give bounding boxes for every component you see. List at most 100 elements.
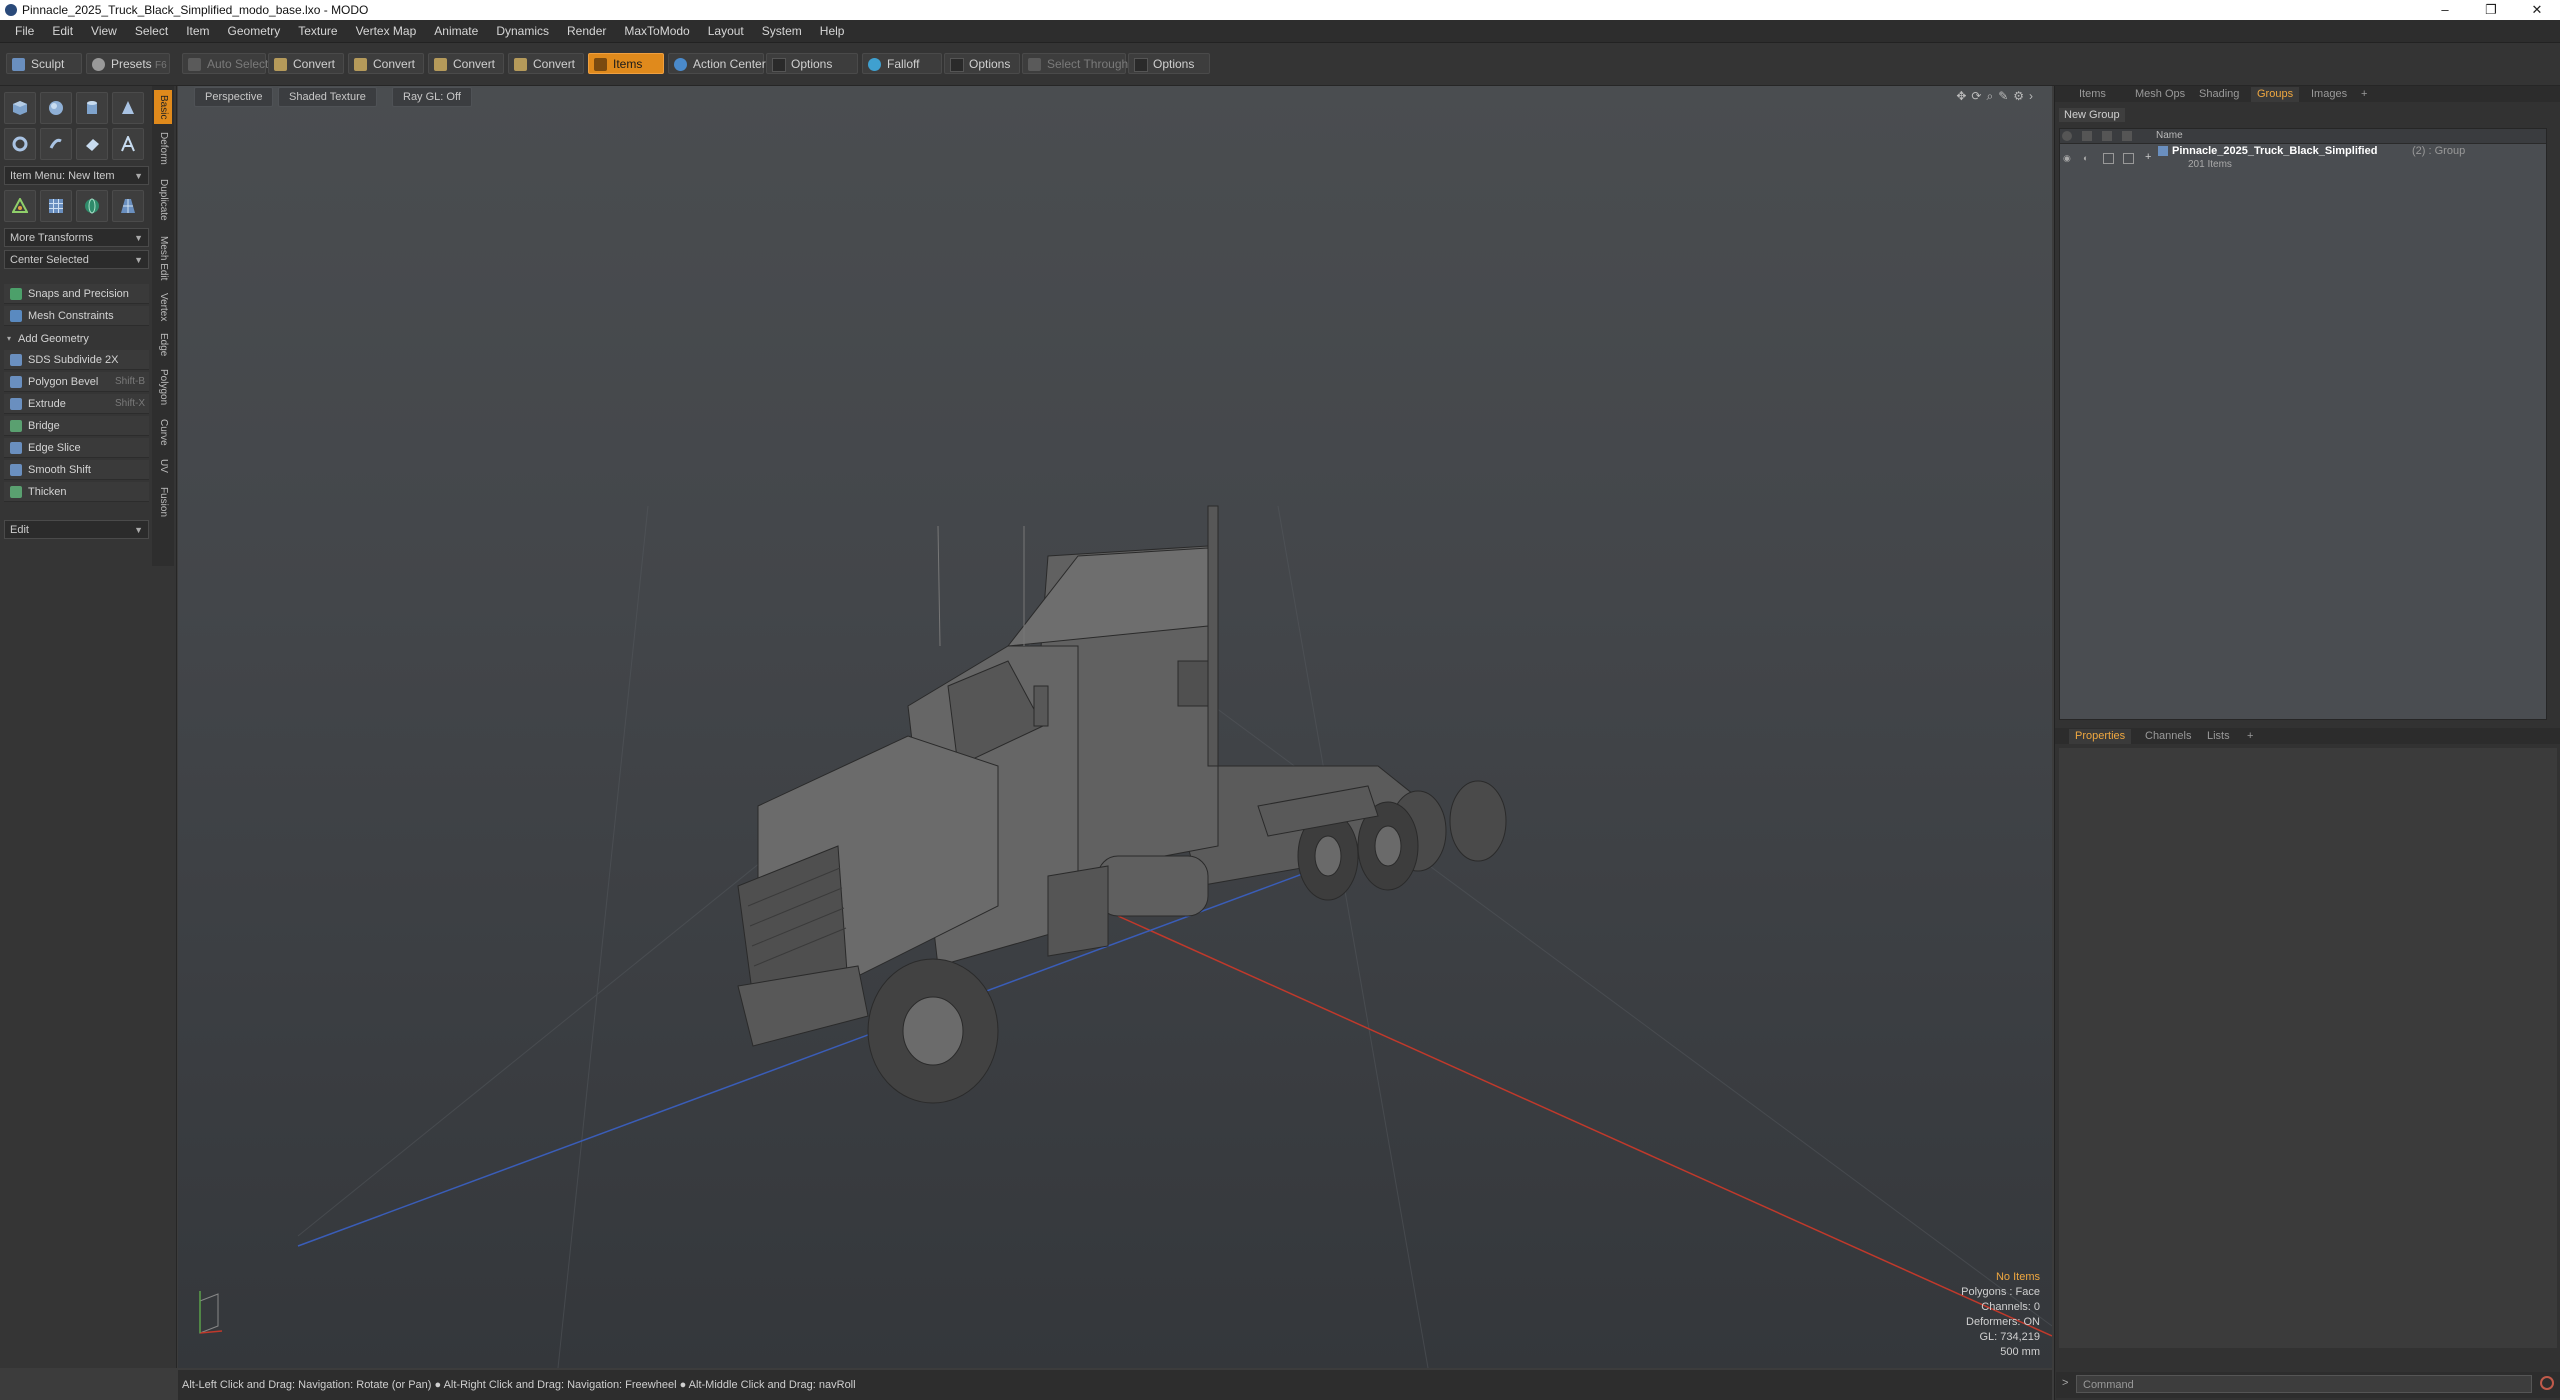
tab-edge[interactable]: Edge [154,330,172,360]
select-through-options-button[interactable]: Options [1128,53,1210,74]
minimize-button[interactable]: – [2422,0,2468,20]
globe-icon [85,198,99,214]
tab-lists[interactable]: Lists [2201,729,2236,744]
cone-primitive-button[interactable] [112,92,144,124]
add-geometry-section[interactable]: ▾ Add Geometry [4,330,149,348]
auto-select-button[interactable]: Auto Select [182,53,268,74]
item-menu-dropdown[interactable]: Item Menu: New Item ▼ [4,166,149,185]
add-tab-icon[interactable]: + [2241,729,2259,744]
snaps-precision-button[interactable]: Snaps and Precision [4,284,149,304]
select-through-button[interactable]: Select Through [1022,53,1128,74]
edit-dropdown[interactable]: Edit ▼ [4,520,149,539]
menu-edit[interactable]: Edit [43,24,82,38]
action-center-button[interactable]: Action Center [668,53,766,74]
perspective-grid-button[interactable] [112,190,144,222]
options-checkbox[interactable] [772,58,786,72]
thicken-tool[interactable]: Thicken [4,482,149,502]
groups-list[interactable]: Name ◉ ◐ + Pinnacle_2025_Truck_Black_Sim… [2059,128,2547,720]
render-checkbox[interactable] [2103,153,2114,164]
tab-deform[interactable]: Deform [154,128,172,168]
convert-edges-button[interactable]: Convert [348,53,424,74]
tab-mesh-edit[interactable]: Mesh Edit [154,232,172,284]
tab-duplicate[interactable]: Duplicate [154,172,172,228]
edge-slice-icon [10,442,22,454]
expand-plus-icon[interactable]: + [2145,151,2151,163]
menu-render[interactable]: Render [558,24,615,38]
sculpt-button[interactable]: Sculpt [6,53,82,74]
tab-items[interactable]: Items [2073,87,2112,102]
tab-uv[interactable]: UV [154,454,172,478]
menu-animate[interactable]: Animate [425,24,487,38]
list-item[interactable]: ◉ ◐ + Pinnacle_2025_Truck_Black_Simplifi… [2060,145,2546,175]
tab-images[interactable]: Images [2305,87,2353,102]
sds-subdivide-tool[interactable]: SDS Subdivide 2X [4,350,149,370]
tab-fusion[interactable]: Fusion [154,482,172,522]
window-title: Pinnacle_2025_Truck_Black_Simplified_mod… [22,3,369,17]
menu-vertex-map[interactable]: Vertex Map [347,24,426,38]
menu-help[interactable]: Help [811,24,854,38]
cube-primitive-button[interactable] [4,92,36,124]
action-center-options-button[interactable]: Options [766,53,858,74]
torus-primitive-button[interactable] [4,128,36,160]
3d-viewport[interactable]: Perspective Shaded Texture Ray GL: Off ✥… [178,86,2052,1368]
menu-dynamics[interactable]: Dynamics [487,24,558,38]
tab-shading[interactable]: Shading [2193,87,2245,102]
text-primitive-button[interactable] [112,128,144,160]
options-checkbox[interactable] [1134,58,1148,72]
center-selected-dropdown[interactable]: Center Selected ▼ [4,250,149,269]
tab-properties[interactable]: Properties [2069,729,2132,744]
tab-curve[interactable]: Curve [154,414,172,450]
menu-view[interactable]: View [82,24,126,38]
restore-button[interactable]: ❐ [2468,0,2514,20]
command-input[interactable]: Command [2076,1375,2532,1393]
falloff-options-button[interactable]: Options [944,53,1020,74]
close-button[interactable]: ✕ [2514,0,2560,20]
grid-button[interactable] [40,190,72,222]
smooth-shift-tool[interactable]: Smooth Shift [4,460,149,480]
menu-system[interactable]: System [753,24,811,38]
grid-icon [49,199,63,213]
capsule-primitive-button[interactable] [40,128,72,160]
plane-primitive-button[interactable] [76,128,108,160]
menu-item[interactable]: Item [177,24,218,38]
presets-button[interactable]: Presets F6 [86,53,170,74]
menu-texture[interactable]: Texture [289,24,346,38]
tab-vertex[interactable]: Vertex [154,288,172,326]
more-transforms-dropdown[interactable]: More Transforms ▼ [4,228,149,247]
tab-basic[interactable]: Basic [154,90,172,124]
bridge-tool[interactable]: Bridge [4,416,149,436]
convert-polygons-button[interactable]: Convert [428,53,504,74]
collapse-arrow-icon: ▾ [7,334,12,343]
items-mode-button[interactable]: Items [588,53,664,74]
locator-button[interactable] [4,190,36,222]
tab-channels[interactable]: Channels [2139,729,2197,744]
globe-button[interactable] [76,190,108,222]
command-history-icon[interactable] [2540,1376,2554,1390]
new-group-button[interactable]: New Group [2059,108,2125,122]
lock-icon[interactable]: ◐ [2083,153,2088,163]
tab-groups[interactable]: Groups [2251,87,2300,102]
extrude-tool[interactable]: Extrude Shift-X [4,394,149,414]
convert-materials-button[interactable]: Convert [508,53,584,74]
truck-model[interactable] [737,505,1507,1104]
sphere-primitive-button[interactable] [40,92,72,124]
add-tab-icon[interactable]: + [2355,87,2373,102]
convert-vertices-button[interactable]: Convert [268,53,344,74]
tab-polygon[interactable]: Polygon [154,364,172,410]
select-checkbox[interactable] [2123,153,2134,164]
tab-mesh-ops[interactable]: Mesh Ops [2129,87,2191,102]
menu-maxtomodo[interactable]: MaxToModo [615,24,698,38]
options-checkbox[interactable] [950,58,964,72]
menu-select[interactable]: Select [126,24,177,38]
constraint-icon [10,310,22,322]
menu-layout[interactable]: Layout [699,24,753,38]
polygon-bevel-tool[interactable]: Polygon Bevel Shift-B [4,372,149,392]
menu-geometry[interactable]: Geometry [219,24,290,38]
falloff-button[interactable]: Falloff [862,53,942,74]
visibility-eye-icon[interactable]: ◉ [2063,153,2071,164]
cylinder-primitive-button[interactable] [76,92,108,124]
falloff-icon [868,58,881,71]
edge-slice-tool[interactable]: Edge Slice [4,438,149,458]
mesh-constraints-button[interactable]: Mesh Constraints [4,306,149,326]
menu-file[interactable]: File [6,24,43,38]
